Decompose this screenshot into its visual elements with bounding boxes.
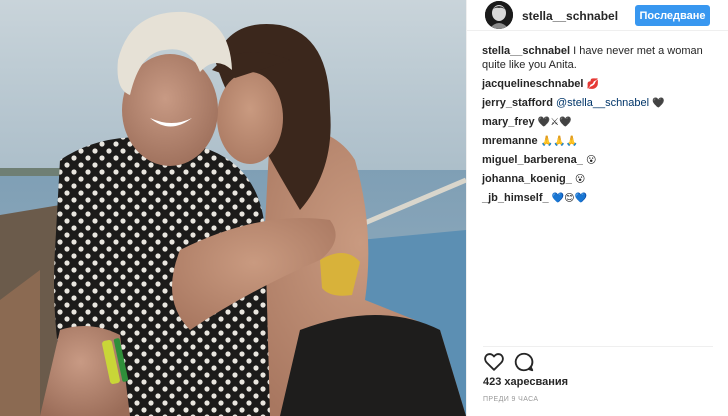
comment-item: mary_frey 🖤⚔🖤 [482,115,717,134]
comment-username[interactable]: jerry_stafford [482,97,553,109]
avatar-image [485,1,513,29]
comment-username[interactable]: _jb_himself_ [482,192,549,204]
comment-username[interactable]: miguel_barberena_ [482,154,583,166]
comment-item: _jb_himself_ 💙😊💙 [482,191,717,210]
comment-username[interactable]: mremanne [482,135,538,147]
post-username[interactable]: stella__schnabel [522,9,618,23]
follow-button[interactable]: Последване [635,5,710,26]
post-header: stella__schnabel Последване [467,0,728,31]
comment-bubble-icon[interactable] [513,351,535,373]
comment-item: miguel_barberena_ 😮 [482,153,717,172]
comment-emoji: 🖤⚔🖤 [537,117,572,128]
comment-username[interactable]: mary_frey [482,116,535,128]
avatar[interactable] [485,1,513,29]
comment-item: jacquelineschnabel 💋 [482,77,717,96]
likes-count[interactable]: 423 харесвания [483,376,568,388]
comment-emoji: 💋 [586,79,599,90]
comment-emoji: 💙😊💙 [551,193,588,204]
comment-item: mremanne 🙏🙏🙏 [482,134,717,153]
comment-item: jerry_stafford @stella__schnabel 🖤 [482,96,717,115]
post-photo-image [0,0,466,416]
post-actions [483,346,713,373]
comment-username[interactable]: jacquelineschnabel [482,78,583,90]
comment-emoji: 😮 [574,174,586,185]
comment-username[interactable]: johanna_koenig_ [482,173,572,185]
comment-emoji: 🙏🙏🙏 [540,136,579,147]
post-photo[interactable] [0,0,466,416]
post-caption: stella__schnabel I have never met a woma… [482,44,717,72]
comments-list: stella__schnabel I have never met a woma… [482,44,717,210]
comment-item: johanna_koenig_ 😮 [482,172,717,191]
comment-emoji: 😮 [585,155,597,166]
caption-username[interactable]: stella__schnabel [482,45,570,57]
comment-emoji: 🖤 [652,98,665,109]
post-timestamp[interactable]: ПРЕДИ 9 ЧАСА [483,396,538,403]
post-sidebar: stella__schnabel Последване stella__schn… [466,0,728,416]
heart-icon[interactable] [483,351,505,373]
comment-mention[interactable]: @stella__schnabel [556,97,649,109]
